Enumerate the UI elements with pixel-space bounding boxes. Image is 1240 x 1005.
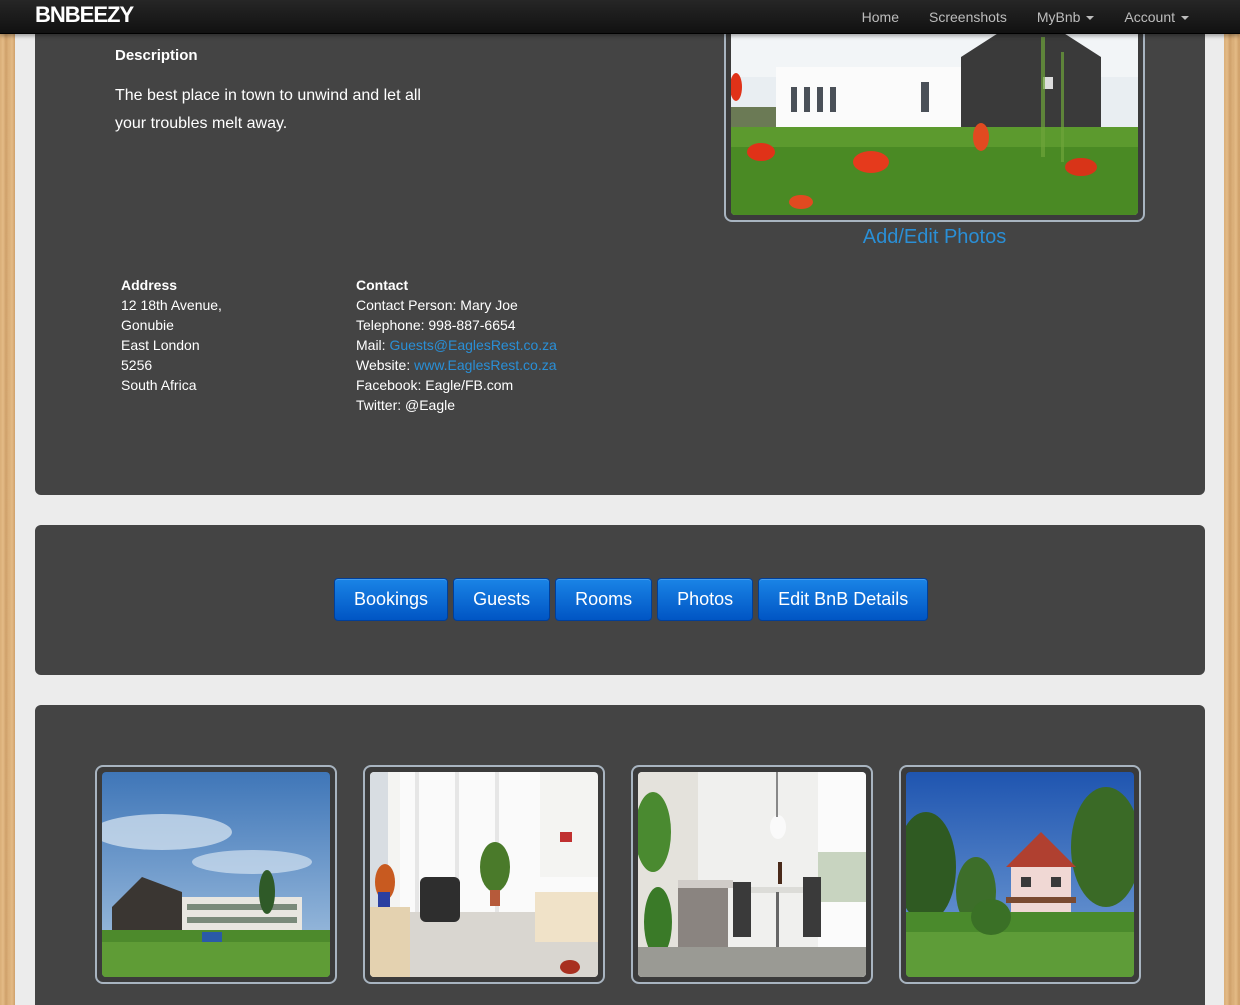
contact-twitter: Twitter: @Eagle <box>356 397 456 413</box>
nav-account-label: Account <box>1124 9 1175 25</box>
gallery-photo-kitchen <box>638 772 866 977</box>
nav-mybnb-dropdown[interactable]: MyBnb <box>1022 0 1110 34</box>
website-link[interactable]: www.EaglesRest.co.za <box>414 357 556 373</box>
bookings-button[interactable]: Bookings <box>334 578 449 621</box>
mail-link[interactable]: Guests@EaglesRest.co.za <box>389 337 557 353</box>
gallery-photo-cottage <box>906 772 1134 977</box>
gallery-photo-bedroom <box>370 772 598 977</box>
address-line: South Africa <box>121 377 197 393</box>
photos-button[interactable]: Photos <box>657 578 754 621</box>
add-edit-photos-link[interactable]: Add/Edit Photos <box>724 226 1145 249</box>
rooms-button[interactable]: Rooms <box>555 578 653 621</box>
caret-down-icon <box>1086 15 1095 20</box>
gallery-photo-frame[interactable] <box>899 765 1141 984</box>
address-block: Address 12 18th Avenue, Gonubie East Lon… <box>121 275 222 395</box>
contact-heading: Contact <box>356 277 409 293</box>
actions-panel: Bookings Guests Rooms Photos Edit BnB De… <box>35 525 1205 675</box>
mail-label: Mail: <box>356 337 390 353</box>
address-line: 5256 <box>121 357 153 373</box>
address-line: East London <box>121 337 200 353</box>
gallery-photo-frame[interactable] <box>363 765 605 984</box>
edit-bnb-details-button[interactable]: Edit BnB Details <box>758 578 929 621</box>
photo-gallery-panel <box>35 705 1205 1005</box>
brand-logo[interactable]: BNBEEZY <box>35 2 134 28</box>
contact-facebook: Facebook: Eagle/FB.com <box>356 377 514 393</box>
nav-screenshots-label: Screenshots <box>929 9 1007 25</box>
top-navbar: BNBEEZY Home Screenshots MyBnb Account <box>0 0 1240 34</box>
nav-menu: Home Screenshots MyBnb Account <box>847 0 1204 34</box>
nav-screenshots[interactable]: Screenshots <box>914 0 1022 34</box>
action-button-group: Bookings Guests Rooms Photos Edit BnB De… <box>334 578 929 621</box>
contact-person: Contact Person: Mary Joe <box>356 297 518 313</box>
gallery-photo-exterior <box>102 772 330 977</box>
caret-down-icon <box>1181 15 1189 20</box>
website-label: Website: <box>356 357 415 373</box>
nav-home[interactable]: Home <box>847 0 914 34</box>
description-text: The best place in town to unwind and let… <box>115 87 421 132</box>
nav-mybnb-label: MyBnb <box>1036 9 1081 25</box>
nav-account-dropdown[interactable]: Account <box>1109 0 1204 34</box>
guests-button[interactable]: Guests <box>453 578 551 621</box>
description-heading: Description <box>115 47 198 64</box>
bnb-details-panel: Description The best place in town to un… <box>35 0 1205 495</box>
contact-block: Contact Contact Person: Mary Joe Telepho… <box>356 275 557 415</box>
nav-home-label: Home <box>861 9 899 25</box>
gallery-photo-frame[interactable] <box>95 765 337 984</box>
address-line: Gonubie <box>121 317 174 333</box>
address-heading: Address <box>121 277 178 293</box>
contact-mail-row: Mail: Guests@EaglesRest.co.za <box>356 335 557 355</box>
contact-website-row: Website: www.EaglesRest.co.za <box>356 355 557 375</box>
contact-telephone: Telephone: 998-887-6654 <box>356 317 516 333</box>
gallery-photo-frame[interactable] <box>631 765 873 984</box>
address-line: 12 18th Avenue, <box>121 297 222 313</box>
